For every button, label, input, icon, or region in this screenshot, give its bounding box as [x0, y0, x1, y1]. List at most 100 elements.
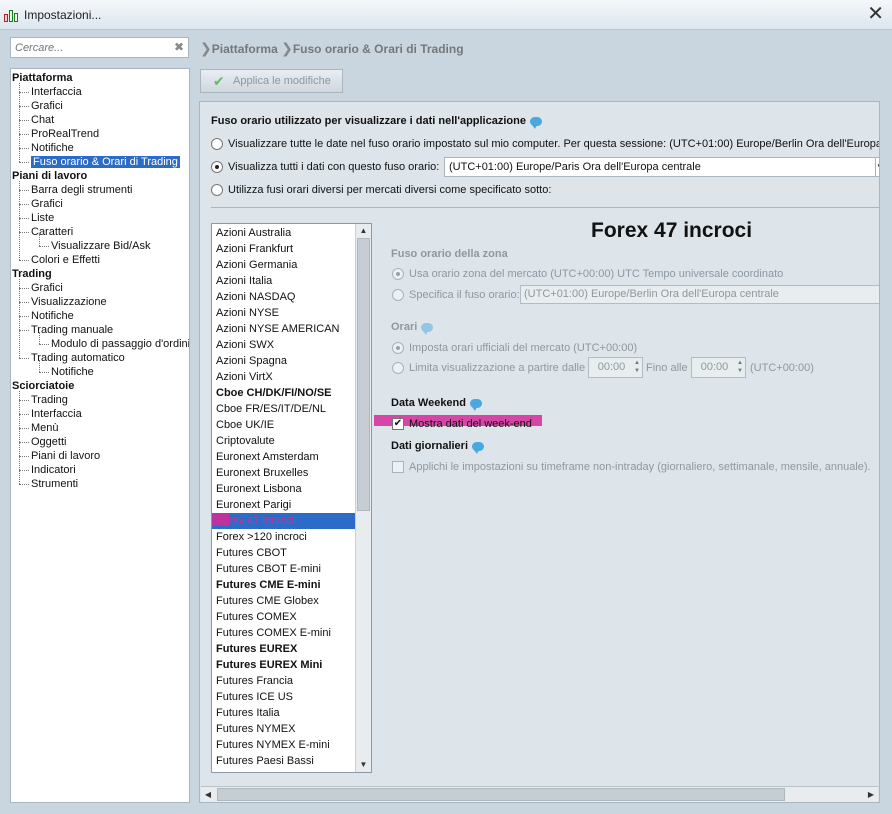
tree-item-interfaccia[interactable]: Interfaccia — [31, 85, 82, 99]
scrollbar-thumb[interactable] — [357, 238, 370, 511]
tree-item-barra-degli-strumenti[interactable]: Barra degli strumenti — [31, 183, 133, 197]
horizontal-scrollbar[interactable]: ◀ ▶ — [201, 786, 878, 802]
tree-item-caratteri[interactable]: Caratteri — [31, 225, 73, 239]
tree-group-trading[interactable]: Trading — [12, 267, 52, 281]
radio-button-selected[interactable] — [392, 342, 404, 355]
tree-item-grafici[interactable]: Grafici — [31, 281, 63, 295]
radio-official-hours[interactable]: Imposta orari ufficiali del mercato (UTC… — [392, 341, 637, 355]
specify-timezone-field[interactable]: (UTC+01:00) Europe/Berlin Ora dell'Europ… — [520, 285, 879, 304]
from-time-stepper[interactable]: 00:00 ▲ ▼ — [588, 357, 643, 378]
market-item-euronext-lisbona[interactable]: Euronext Lisbona — [212, 481, 355, 497]
market-item-cboe-fr-es-it-de-nl[interactable]: Cboe FR/ES/IT/DE/NL — [212, 401, 355, 417]
scroll-right-icon[interactable]: ▶ — [864, 787, 878, 802]
tree-item-oggetti[interactable]: Oggetti — [31, 435, 66, 449]
market-item-azioni-spagna[interactable]: Azioni Spagna — [212, 353, 355, 369]
radio-per-market-timezone[interactable]: Utilizza fusi orari diversi per mercati … — [211, 183, 551, 197]
daily-settings-checkbox[interactable]: Applichi le impostazioni su timeframe no… — [392, 460, 871, 474]
search-input[interactable] — [11, 38, 161, 57]
radio-fixed-timezone[interactable]: Visualizza tutti i dati con questo fuso … — [211, 160, 439, 174]
radio-market-zone[interactable]: Usa orario zona del mercato (UTC+00:00) … — [392, 267, 783, 281]
checkbox-checked[interactable]: ✔ — [392, 418, 404, 431]
scroll-down-icon[interactable]: ▼ — [356, 758, 371, 772]
tree-item-trading[interactable]: Trading — [31, 393, 68, 407]
info-bubble-icon[interactable] — [421, 322, 434, 335]
market-item-futures-italia[interactable]: Futures Italia — [212, 705, 355, 721]
market-item-azioni-nasdaq[interactable]: Azioni NASDAQ — [212, 289, 355, 305]
market-item-futures-ice-us[interactable]: Futures ICE US — [212, 689, 355, 705]
timezone-select[interactable]: (UTC+01:00) Europe/Paris Ora dell'Europa… — [444, 157, 879, 177]
tree-item-modulo-di-passaggio-d-ordini[interactable]: Modulo di passaggio d'ordini — [51, 337, 189, 351]
apply-changes-button[interactable]: ✔ Applica le modifiche — [200, 69, 343, 93]
market-list-scrollbar[interactable]: ▲ ▼ — [355, 224, 371, 772]
market-item-futures-cme-e-mini[interactable]: Futures CME E-mini — [212, 577, 355, 593]
market-item-azioni-germania[interactable]: Azioni Germania — [212, 257, 355, 273]
tree-item-prorealtrend[interactable]: ProRealTrend — [31, 127, 99, 141]
breadcrumb-root[interactable]: Piattaforma — [212, 42, 278, 56]
tree-item-grafici[interactable]: Grafici — [31, 99, 63, 113]
close-icon[interactable]: ✕ — [867, 3, 884, 25]
market-item-euronext-bruxelles[interactable]: Euronext Bruxelles — [212, 465, 355, 481]
market-item-futures-eurex[interactable]: Futures EUREX — [212, 641, 355, 657]
to-time-stepper[interactable]: 00:00 ▲ ▼ — [691, 357, 746, 378]
radio-button[interactable] — [211, 138, 223, 151]
market-item-azioni-frankfurt[interactable]: Azioni Frankfurt — [212, 241, 355, 257]
market-item-azioni-italia[interactable]: Azioni Italia — [212, 273, 355, 289]
radio-button-selected[interactable] — [211, 161, 223, 174]
tree-item-indicatori[interactable]: Indicatori — [31, 463, 76, 477]
scroll-left-icon[interactable]: ◀ — [201, 787, 215, 802]
market-item-futures-francia[interactable]: Futures Francia — [212, 673, 355, 689]
tree-item-grafici[interactable]: Grafici — [31, 197, 63, 211]
market-item-futures-eurex-mini[interactable]: Futures EUREX Mini — [212, 657, 355, 673]
market-item-futures-cbot[interactable]: Futures CBOT — [212, 545, 355, 561]
market-item-futures-nymex[interactable]: Futures NYMEX — [212, 721, 355, 737]
radio-button-selected[interactable] — [392, 268, 404, 281]
checkbox[interactable] — [392, 461, 404, 474]
radio-button[interactable] — [392, 362, 404, 375]
chevron-down-icon[interactable]: ▼ — [875, 158, 879, 176]
market-item-futures-comex[interactable]: Futures COMEX — [212, 609, 355, 625]
tree-item-fuso-orario-orari-di-trading[interactable]: Fuso orario & Orari di Trading — [31, 155, 180, 169]
search-box[interactable]: ✖ — [10, 37, 189, 58]
market-item-forex-120-incroci[interactable]: Forex >120 incroci — [212, 529, 355, 545]
market-item-futures-cme-globex[interactable]: Futures CME Globex — [212, 593, 355, 609]
radio-specify-zone[interactable]: Specifica il fuso orario: — [392, 288, 520, 302]
radio-button[interactable] — [392, 289, 404, 302]
tree-item-colori-e-effetti[interactable]: Colori e Effetti — [31, 253, 100, 267]
market-item-forex-47-incroci[interactable]: Forex 47 incroci — [212, 513, 355, 529]
tree-item-notifiche[interactable]: Notifiche — [31, 141, 74, 155]
scroll-up-icon[interactable]: ▲ — [356, 224, 371, 238]
weekend-data-checkbox[interactable]: ✔ Mostra dati del week-end — [392, 417, 532, 431]
tree-group-piani-di-lavoro[interactable]: Piani di lavoro — [12, 169, 87, 183]
tree-group-piattaforma[interactable]: Piattaforma — [12, 71, 73, 85]
stepper-arrows-icon[interactable]: ▲ ▼ — [634, 359, 640, 375]
info-bubble-icon[interactable] — [470, 398, 482, 411]
market-item-azioni-australia[interactable]: Azioni Australia — [212, 225, 355, 241]
market-item-futures-paesi-bassi[interactable]: Futures Paesi Bassi — [212, 753, 355, 769]
tree-item-interfaccia[interactable]: Interfaccia — [31, 407, 82, 421]
market-item-futures-nymex-e-mini[interactable]: Futures NYMEX E-mini — [212, 737, 355, 753]
tree-group-sciorciatoie[interactable]: Sciorciatoie — [12, 379, 74, 393]
scrollbar-thumb[interactable] — [217, 788, 785, 801]
tree-item-visualizzazione[interactable]: Visualizzazione — [31, 295, 107, 309]
market-item-azioni-swx[interactable]: Azioni SWX — [212, 337, 355, 353]
stepper-arrows-icon[interactable]: ▲ ▼ — [737, 359, 743, 375]
radio-computer-timezone[interactable]: Visualizzare tutte le date nel fuso orar… — [211, 137, 879, 151]
tree-item-liste[interactable]: Liste — [31, 211, 54, 225]
info-bubble-icon[interactable] — [472, 441, 485, 454]
tree-item-notifiche[interactable]: Notifiche — [51, 365, 94, 379]
tree-item-notifiche[interactable]: Notifiche — [31, 309, 74, 323]
market-item-azioni-virtx[interactable]: Azioni VirtX — [212, 369, 355, 385]
market-item-cboe-uk-ie[interactable]: Cboe UK/IE — [212, 417, 355, 433]
market-item-euronext-parigi[interactable]: Euronext Parigi — [212, 497, 355, 513]
market-item-cboe-ch-dk-fi-no-se[interactable]: Cboe CH/DK/FI/NO/SE — [212, 385, 355, 401]
market-item-criptovalute[interactable]: Criptovalute — [212, 433, 355, 449]
market-item-euronext-amsterdam[interactable]: Euronext Amsterdam — [212, 449, 355, 465]
info-bubble-icon[interactable] — [529, 116, 542, 129]
tree-item-visualizzare-bid-ask[interactable]: Visualizzare Bid/Ask — [51, 239, 150, 253]
tree-item-chat[interactable]: Chat — [31, 113, 54, 127]
tree-item-strumenti[interactable]: Strumenti — [31, 477, 78, 491]
tree-item-trading-manuale[interactable]: Trading manuale — [31, 323, 113, 337]
radio-button[interactable] — [211, 184, 223, 197]
market-item-azioni-nyse[interactable]: Azioni NYSE — [212, 305, 355, 321]
tree-item-trading-automatico[interactable]: Trading automatico — [31, 351, 125, 365]
